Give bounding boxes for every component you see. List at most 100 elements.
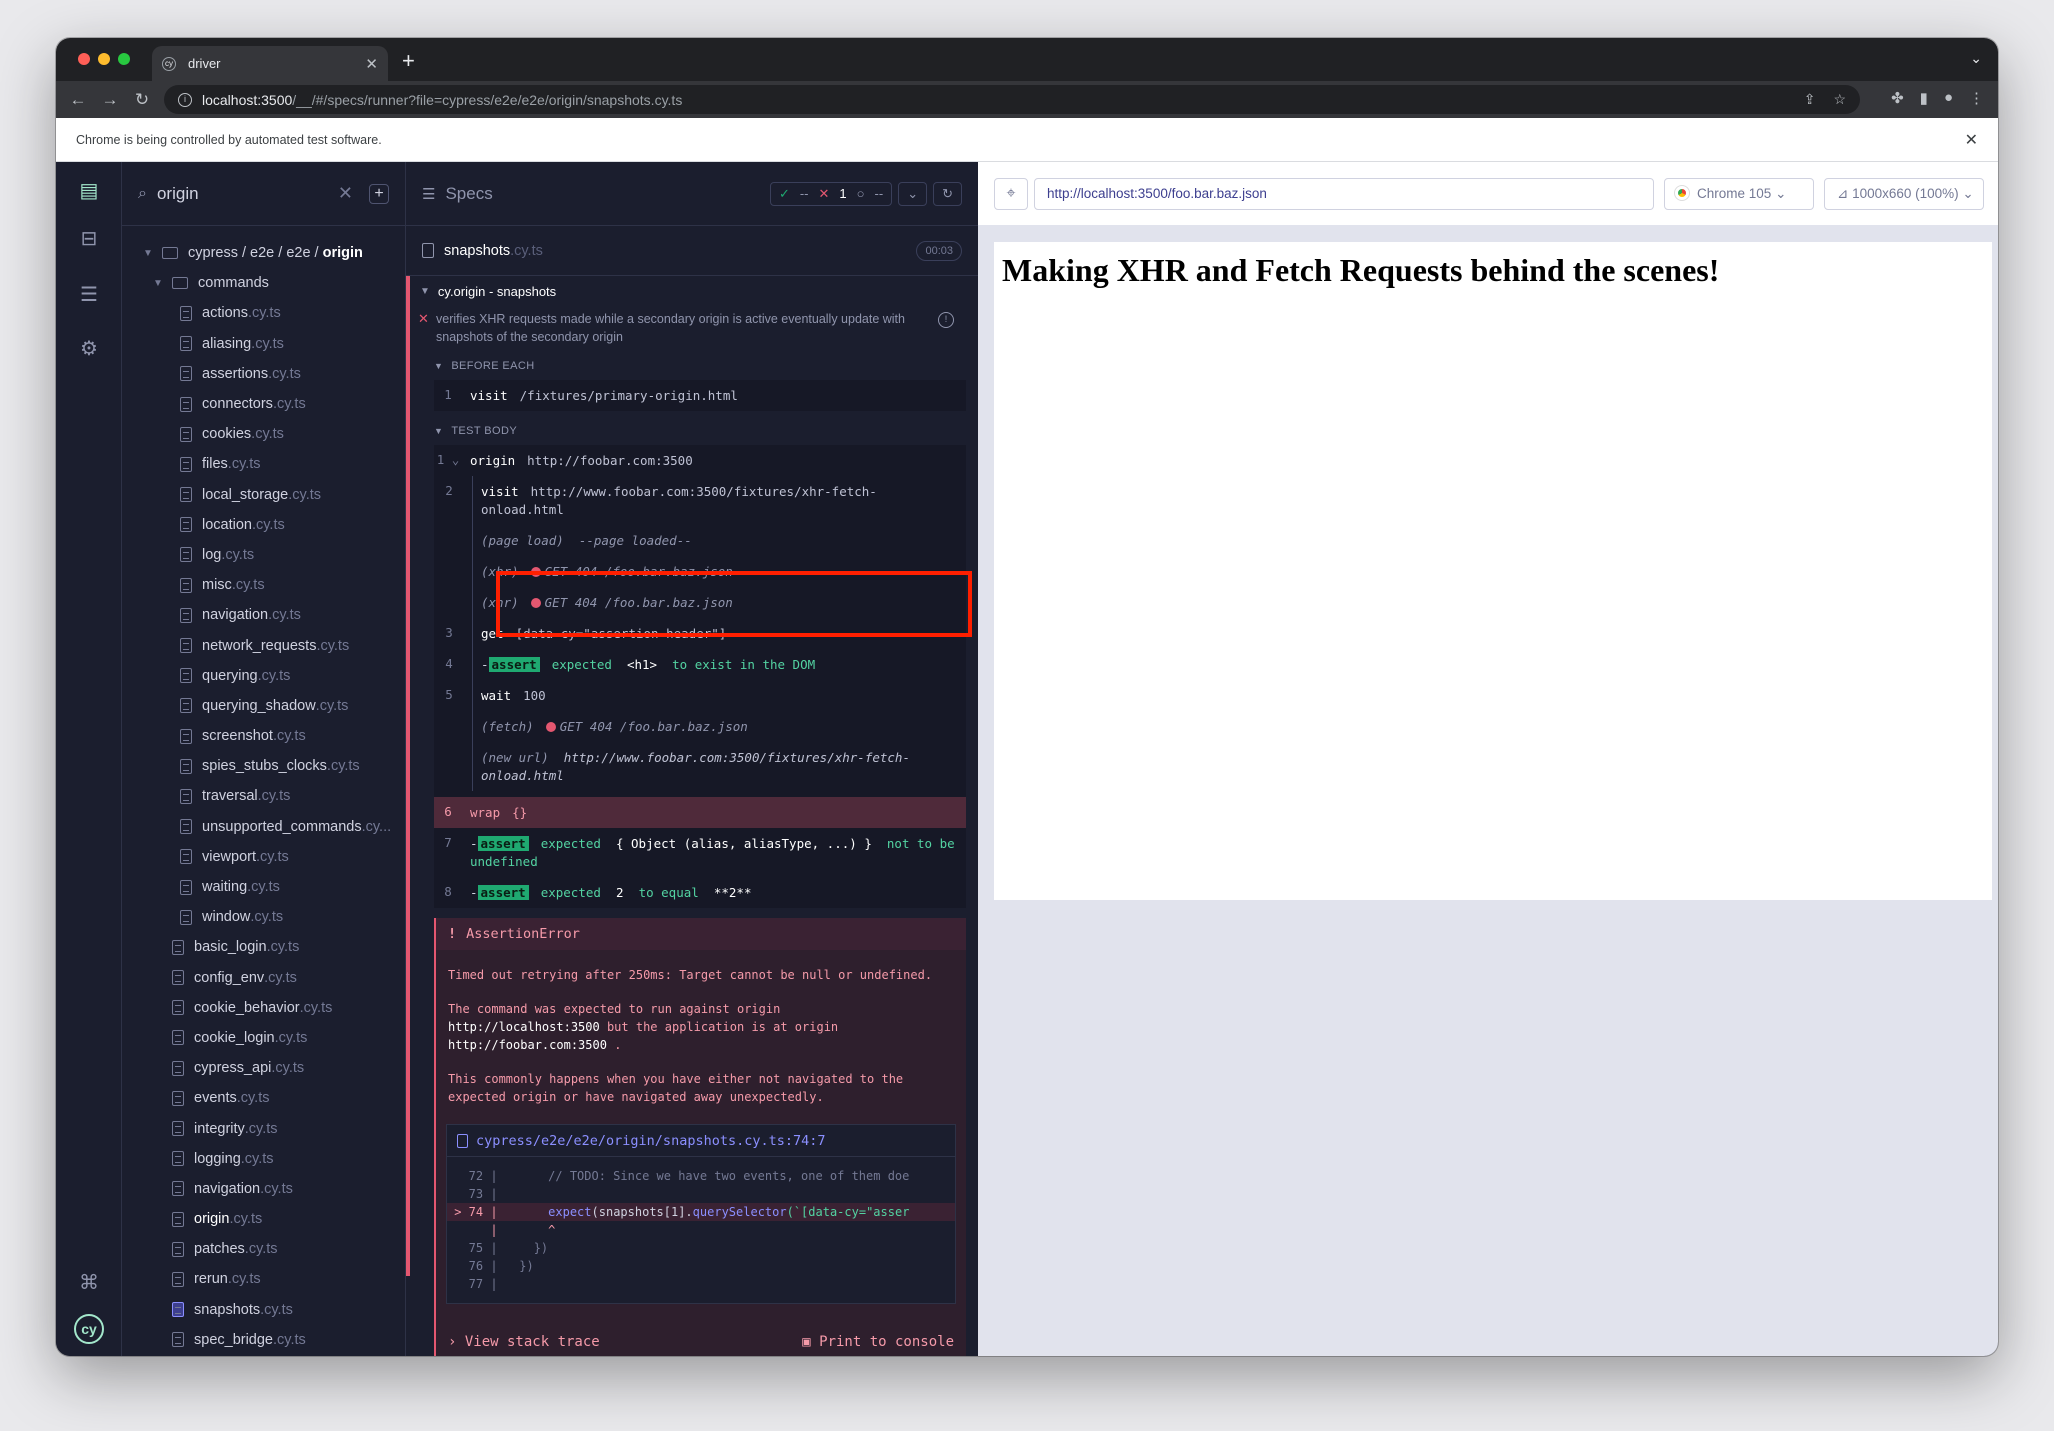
specs-list-icon[interactable]: ☰	[422, 185, 435, 203]
spec-file-row[interactable]: connectors .cy.ts	[122, 389, 405, 419]
viewport-info[interactable]: ⊿ 1000x660 (100%) ⌄	[1824, 178, 1984, 210]
command-row[interactable]: 1 ⌄ origin http://foobar.com:3500	[434, 445, 966, 476]
browser-tab[interactable]: cy driver ✕	[152, 46, 388, 81]
suite-title[interactable]: ▼ cy.origin - snapshots	[410, 276, 978, 306]
command-row[interactable]: 5 wait 100	[435, 680, 966, 711]
close-tab-icon[interactable]: ✕	[365, 55, 378, 73]
command-name: origin	[470, 453, 516, 468]
code-lines: 72 | // TODO: Since we have two events, …	[447, 1157, 955, 1303]
error-origin-message: The command was expected to run against …	[436, 1000, 966, 1054]
runs-icon[interactable]: ⊟	[76, 226, 102, 252]
fetch-row[interactable]: (fetch) GET 404 /foo.bar.baz.json	[473, 711, 966, 742]
assert-row[interactable]: 8- assert expected 2 to equal **2**	[434, 877, 966, 908]
spec-file-row[interactable]: spec_bridge .cy.ts	[122, 1325, 405, 1355]
spec-file-row[interactable]: logging .cy.ts	[122, 1144, 405, 1174]
specs-list-icon[interactable]: ☰	[76, 282, 102, 308]
spec-file-row[interactable]: snapshots .cy.ts	[122, 1295, 405, 1325]
keyboard-shortcuts-icon[interactable]: ⌘	[76, 1270, 102, 1296]
reporter: ☰ Specs ✓ -- ✕ 1 ○ -- ⌄ ↻ snapshots .cy.ts 0…	[406, 162, 978, 1356]
spec-file-row[interactable]: basic_login .cy.ts	[122, 932, 405, 962]
command-row[interactable]: 2 visit http://www.foobar.com:3500/fixture…	[435, 476, 966, 525]
address-bar[interactable]: i localhost:3500/__/#/specs/runner?file=…	[164, 85, 1860, 114]
assert-row[interactable]: 4- assert expected <h1> to exist in the DO…	[435, 649, 966, 680]
chevron-down-icon: ▼	[153, 277, 163, 289]
event-row[interactable]: (page load) --page loaded--	[473, 525, 966, 556]
hook-test-body[interactable]: ▼ TEST BODY	[410, 417, 978, 445]
spec-file-row[interactable]: querying_shadow .cy.ts	[122, 691, 405, 721]
spec-file-row[interactable]: navigation .cy.ts	[122, 1174, 405, 1204]
spec-file-row[interactable]: spies_stubs_clocks .cy.ts	[122, 751, 405, 781]
share-icon[interactable]: ⇪	[1804, 91, 1816, 108]
selector-playground-button[interactable]: ⌖	[994, 178, 1028, 210]
spec-file-row[interactable]: local_storage .cy.ts	[122, 480, 405, 510]
spec-file-row[interactable]: actions .cy.ts	[122, 298, 405, 328]
spec-file-row[interactable]: navigation .cy.ts	[122, 600, 405, 630]
extensions-puzzle-icon[interactable]: ✤	[1891, 89, 1904, 107]
event-label: (page load)	[481, 533, 564, 548]
folder-root[interactable]: ▼ cypress / e2e / e2e / origin	[122, 238, 405, 268]
spec-file-row[interactable]: patches .cy.ts	[122, 1234, 405, 1264]
spec-file-row[interactable]: cypress_api .cy.ts	[122, 1053, 405, 1083]
spec-file-row[interactable]: assertions .cy.ts	[122, 359, 405, 389]
spec-file-row[interactable]: origin .cy.ts	[122, 1204, 405, 1234]
hook-before-each[interactable]: ▼ BEFORE EACH	[410, 352, 978, 380]
new-spec-button[interactable]: +	[369, 183, 389, 204]
minimize-window-button[interactable]	[98, 53, 110, 65]
reporter-title[interactable]: Specs	[445, 184, 492, 204]
search-input[interactable]: origin	[157, 184, 199, 204]
spec-file-row[interactable]: events .cy.ts	[122, 1083, 405, 1113]
spec-file-row[interactable]: cookie_behavior .cy.ts	[122, 993, 405, 1023]
project-icon[interactable]: ▤	[76, 178, 102, 204]
spec-file-row[interactable]: location .cy.ts	[122, 510, 405, 540]
command-row[interactable]: 1 visit/fixtures/primary-origin.html	[434, 380, 966, 411]
rerun-button[interactable]: ↻	[933, 181, 962, 206]
spec-file-row[interactable]: viewport .cy.ts	[122, 842, 405, 872]
spec-file-row[interactable]: integrity .cy.ts	[122, 1113, 405, 1143]
spec-file-row[interactable]: screenshot .cy.ts	[122, 721, 405, 751]
browser-menu-icon[interactable]: ⋮	[1969, 89, 1984, 107]
print-to-console-button[interactable]: ▣ Print to console	[802, 1334, 954, 1350]
command-row-failed[interactable]: 6 wrap {}	[434, 797, 966, 828]
spec-ext: .cy.ts	[510, 242, 543, 259]
spec-file-row[interactable]: aliasing .cy.ts	[122, 329, 405, 359]
close-infobar-icon[interactable]: ✕	[1965, 130, 1978, 150]
tab-search-chevron-icon[interactable]: ⌄	[1970, 50, 1982, 67]
clear-search-icon[interactable]: ✕	[338, 183, 353, 204]
aut-url[interactable]: http://localhost:3500/foo.bar.baz.json	[1034, 178, 1654, 210]
chevron-down-icon: ⌄	[1962, 186, 1974, 201]
maximize-window-button[interactable]	[118, 53, 130, 65]
profile-avatar-icon[interactable]: ●	[1944, 89, 1953, 107]
spec-file-row[interactable]: misc .cy.ts	[122, 570, 405, 600]
spec-file-row[interactable]: files .cy.ts	[122, 449, 405, 479]
spec-file-row[interactable]: unsupported_commands .cy...	[122, 812, 405, 842]
reload-icon[interactable]: ↻	[126, 90, 158, 110]
new-url-row[interactable]: (new url) http://www.foobar.com:3500/fix…	[473, 742, 966, 791]
code-frame-file-link[interactable]: cypress/e2e/e2e/origin/snapshots.cy.ts:7…	[447, 1125, 955, 1157]
settings-gear-icon[interactable]: ⚙	[76, 336, 102, 362]
forward-arrow-icon[interactable]: →	[94, 90, 126, 110]
spec-file-row[interactable]: rerun .cy.ts	[122, 1264, 405, 1294]
spec-file-row[interactable]: network_requests .cy.ts	[122, 630, 405, 660]
close-window-button[interactable]	[78, 53, 90, 65]
spec-file-row[interactable]: log .cy.ts	[122, 540, 405, 570]
spec-file-row[interactable]: waiting .cy.ts	[122, 872, 405, 902]
spec-file-row[interactable]: cookies .cy.ts	[122, 419, 405, 449]
timer-icon[interactable]: !	[938, 312, 954, 328]
spec-file-row[interactable]: cookie_login .cy.ts	[122, 1023, 405, 1053]
folder-commands[interactable]: ▼ commands	[122, 268, 405, 298]
bookmark-star-icon[interactable]: ☆	[1833, 91, 1846, 108]
site-info-icon[interactable]: i	[178, 92, 192, 107]
back-arrow-icon[interactable]: ←	[62, 90, 94, 110]
assert-row[interactable]: 7- assert expected { Object (alias, aliasT…	[434, 828, 966, 877]
spec-file-row[interactable]: window .cy.ts	[122, 902, 405, 932]
view-stack-trace-button[interactable]: › View stack trace	[448, 1334, 600, 1350]
spec-file-row[interactable]: config_env .cy.ts	[122, 963, 405, 993]
collapse-toggle-button[interactable]: ⌄	[898, 181, 928, 206]
spec-file-row[interactable]: querying .cy.ts	[122, 661, 405, 691]
test-title[interactable]: ✕ verifies XHR requests made while a sec…	[410, 306, 978, 346]
side-panel-icon[interactable]: ▮	[1920, 89, 1928, 107]
spec-file-row[interactable]: traversal .cy.ts	[122, 781, 405, 811]
browser-selector[interactable]: Chrome 105 ⌄	[1664, 178, 1814, 210]
code-line: 76 | })	[447, 1259, 534, 1273]
new-tab-icon[interactable]: +	[402, 48, 415, 74]
